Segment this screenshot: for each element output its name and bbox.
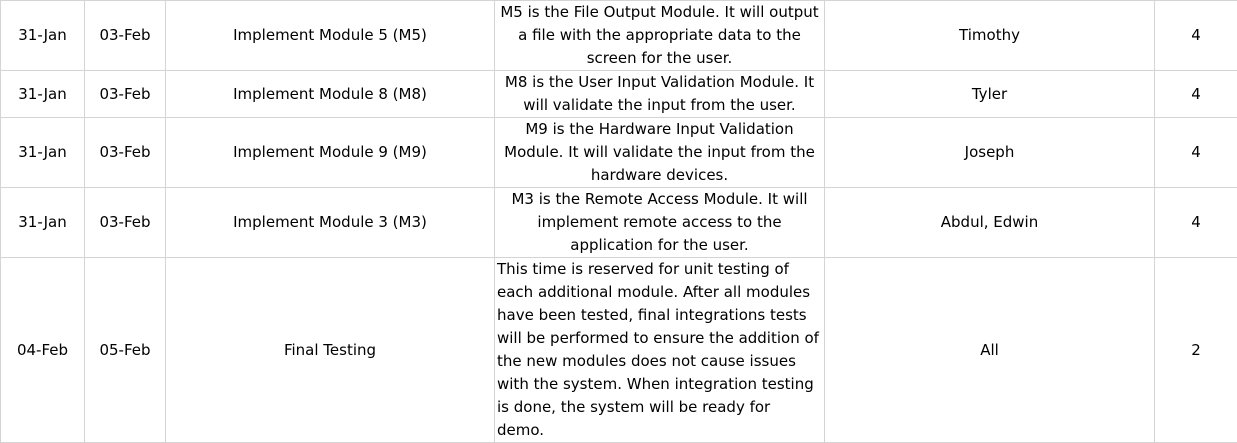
cell-end-date[interactable]: 03-Feb: [85, 71, 166, 118]
cell-assignee[interactable]: All: [825, 258, 1155, 443]
cell-assignee[interactable]: Timothy: [825, 1, 1155, 71]
spreadsheet-grid: 31-Jan 03-Feb Implement Module 5 (M5) M5…: [0, 0, 1237, 443]
table-row: 04-Feb 05-Feb Final Testing This time is…: [1, 258, 1237, 443]
cell-description[interactable]: M3 is the Remote Access Module. It will …: [495, 188, 825, 258]
cell-start-date[interactable]: 31-Jan: [1, 71, 85, 118]
cell-description[interactable]: M9 is the Hardware Input Validation Modu…: [495, 118, 825, 188]
cell-start-date[interactable]: 04-Feb: [1, 258, 85, 443]
cell-description[interactable]: M8 is the User Input Validation Module. …: [495, 71, 825, 118]
cell-description[interactable]: M5 is the File Output Module. It will ou…: [495, 1, 825, 71]
cell-end-date[interactable]: 03-Feb: [85, 1, 166, 71]
cell-assignee[interactable]: Joseph: [825, 118, 1155, 188]
cell-days[interactable]: 4: [1155, 118, 1237, 188]
cell-days[interactable]: 4: [1155, 71, 1237, 118]
cell-start-date[interactable]: 31-Jan: [1, 188, 85, 258]
cell-task[interactable]: Implement Module 9 (M9): [166, 118, 495, 188]
cell-start-date[interactable]: 31-Jan: [1, 118, 85, 188]
cell-assignee[interactable]: Tyler: [825, 71, 1155, 118]
table-row: 31-Jan 03-Feb Implement Module 8 (M8) M8…: [1, 71, 1237, 118]
cell-days[interactable]: 4: [1155, 1, 1237, 71]
cell-days[interactable]: 4: [1155, 188, 1237, 258]
cell-end-date[interactable]: 03-Feb: [85, 188, 166, 258]
cell-end-date[interactable]: 03-Feb: [85, 118, 166, 188]
table-row: 31-Jan 03-Feb Implement Module 5 (M5) M5…: [1, 1, 1237, 71]
table-row: 31-Jan 03-Feb Implement Module 3 (M3) M3…: [1, 188, 1237, 258]
cell-assignee[interactable]: Abdul, Edwin: [825, 188, 1155, 258]
cell-description[interactable]: This time is reserved for unit testing o…: [495, 258, 825, 443]
cell-task[interactable]: Final Testing: [166, 258, 495, 443]
table-row: 31-Jan 03-Feb Implement Module 9 (M9) M9…: [1, 118, 1237, 188]
cell-task[interactable]: Implement Module 3 (M3): [166, 188, 495, 258]
cell-task[interactable]: Implement Module 8 (M8): [166, 71, 495, 118]
cell-end-date[interactable]: 05-Feb: [85, 258, 166, 443]
cell-days[interactable]: 2: [1155, 258, 1237, 443]
cell-task[interactable]: Implement Module 5 (M5): [166, 1, 495, 71]
cell-start-date[interactable]: 31-Jan: [1, 1, 85, 71]
